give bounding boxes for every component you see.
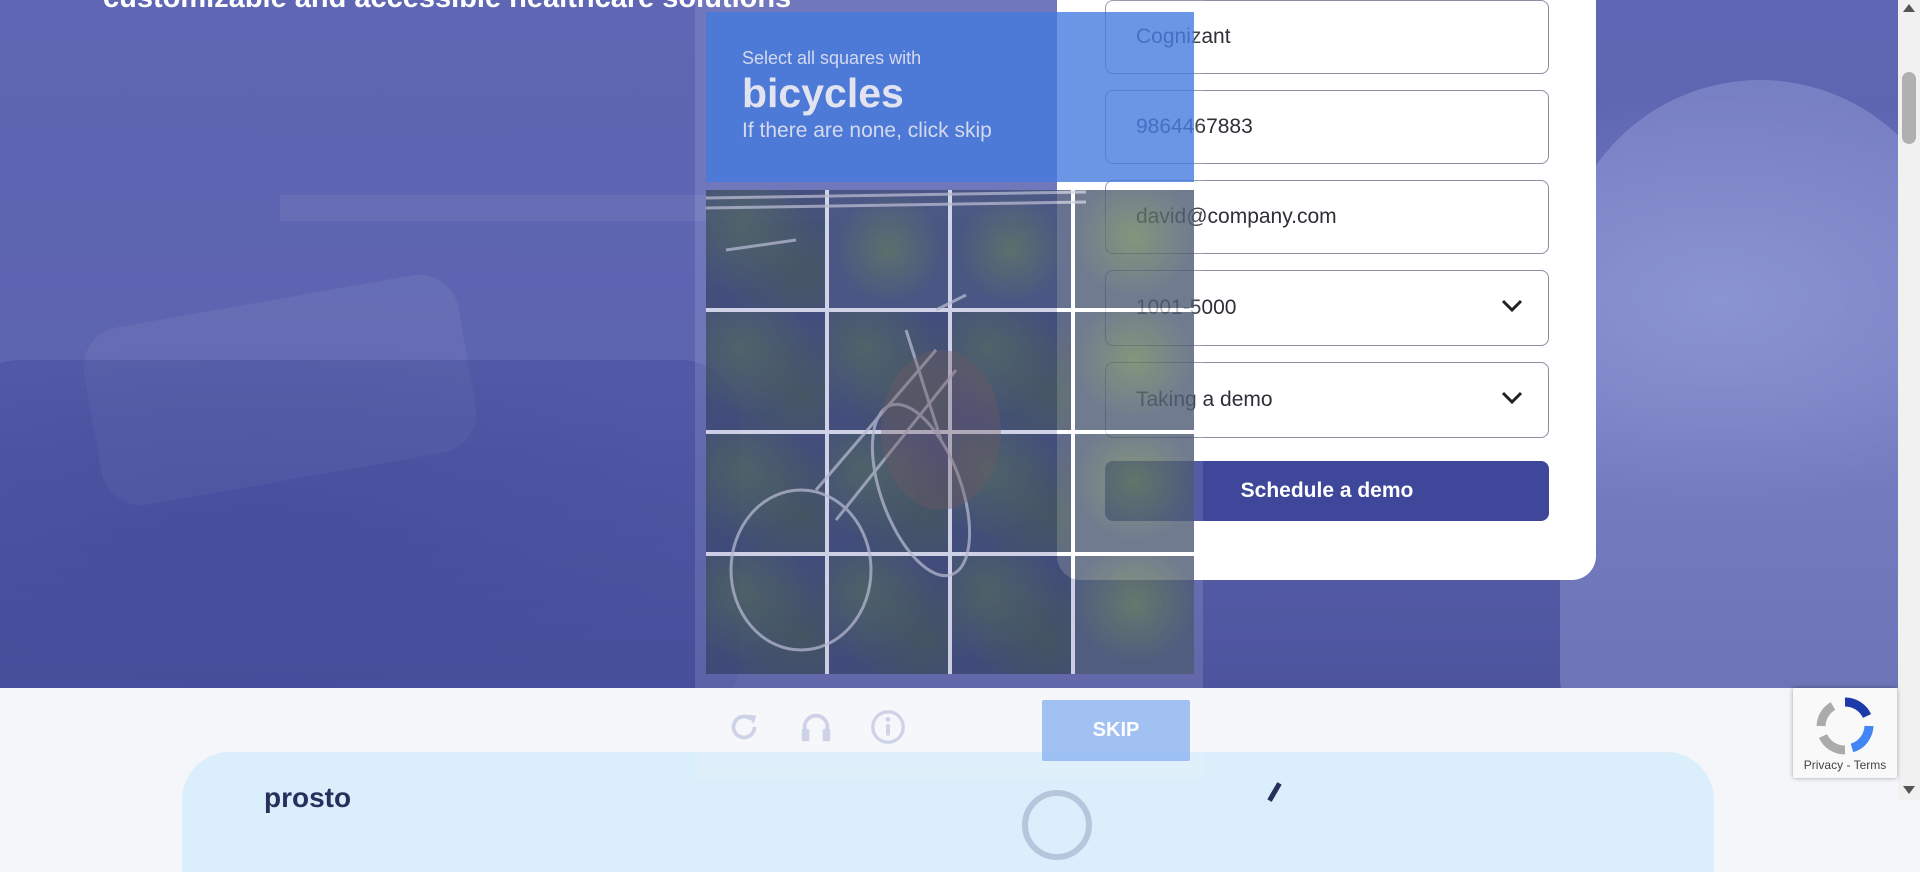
- hero-background-sofa: [0, 360, 740, 688]
- captcha-tile[interactable]: [952, 556, 1071, 674]
- lower-brand-text: prosto: [264, 782, 352, 813]
- captcha-tile[interactable]: [952, 190, 1071, 308]
- scrollbar-thumb[interactable]: [1902, 72, 1916, 144]
- captcha-header: Select all squares with bicycles If ther…: [706, 12, 1194, 182]
- page-scrollbar[interactable]: [1898, 0, 1920, 800]
- captcha-target: bicycles: [742, 70, 904, 116]
- captcha-prompt: Select all squares with: [742, 48, 922, 68]
- recaptcha-privacy-link[interactable]: Privacy: [1804, 758, 1843, 772]
- captcha-subtext: If there are none, click skip: [742, 119, 992, 142]
- recaptcha-terms-link[interactable]: Terms: [1854, 758, 1887, 772]
- scroll-down-arrow-icon[interactable]: [1903, 786, 1915, 794]
- recaptcha-badge: Privacy - Terms: [1793, 688, 1897, 778]
- recaptcha-link-separator: -: [1843, 758, 1854, 772]
- captcha-challenge: Select all squares with bicycles If ther…: [695, 0, 1203, 778]
- refresh-icon[interactable]: [725, 708, 763, 746]
- lower-ring-graphic: [1022, 790, 1092, 860]
- scroll-up-arrow-icon[interactable]: [1903, 4, 1915, 12]
- captcha-footer-icons: [725, 708, 907, 746]
- captcha-image-grid: [706, 190, 1194, 674]
- chevron-down-icon: [1501, 391, 1523, 405]
- captcha-tile[interactable]: [1075, 434, 1194, 552]
- captcha-tile[interactable]: [1075, 312, 1194, 430]
- captcha-tile[interactable]: [706, 556, 825, 674]
- skip-button[interactable]: SKIP: [1042, 700, 1190, 761]
- lower-slash-graphic: [1267, 782, 1282, 802]
- info-icon[interactable]: [869, 708, 907, 746]
- recaptcha-links: Privacy - Terms: [1793, 758, 1897, 772]
- captcha-tile[interactable]: [829, 556, 948, 674]
- audio-icon[interactable]: [797, 708, 835, 746]
- chevron-down-icon: [1501, 299, 1523, 313]
- captcha-tile[interactable]: [706, 434, 825, 552]
- hero-background-person: [1560, 80, 1898, 688]
- captcha-tile[interactable]: [952, 434, 1071, 552]
- captcha-tile[interactable]: [952, 312, 1071, 430]
- captcha-tile[interactable]: [829, 434, 948, 552]
- captcha-tile[interactable]: [1075, 556, 1194, 674]
- captcha-tile[interactable]: [829, 190, 948, 308]
- captcha-tile[interactable]: [706, 312, 825, 430]
- captcha-tile[interactable]: [829, 312, 948, 430]
- hero-title: customizable and accessible healthcare s…: [103, 0, 791, 15]
- captcha-tile[interactable]: [706, 190, 825, 308]
- recaptcha-logo-icon: [1816, 697, 1874, 755]
- captcha-tile[interactable]: [1075, 190, 1194, 308]
